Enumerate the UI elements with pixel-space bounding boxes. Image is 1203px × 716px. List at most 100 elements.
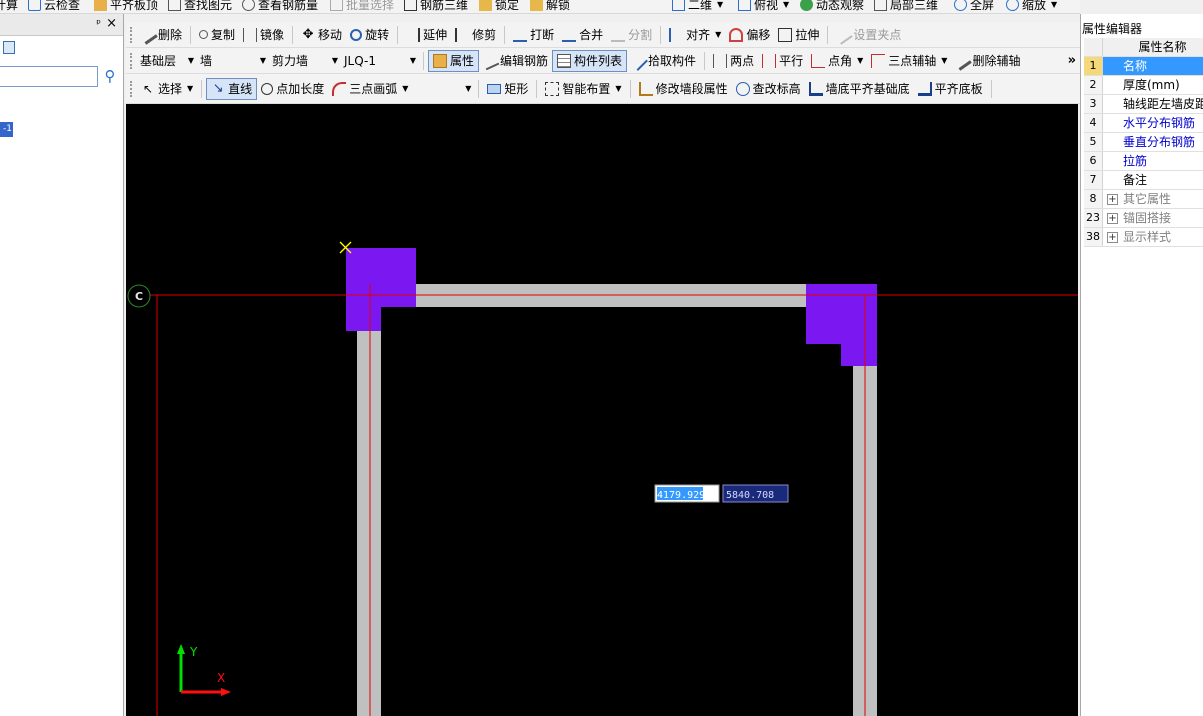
- three-point-axis-label: 三点辅轴: [888, 54, 937, 68]
- extend-button[interactable]: 延伸: [402, 24, 451, 46]
- top-view-button[interactable]: 俯视 ▼: [738, 0, 789, 12]
- toolbar-grip[interactable]: [130, 80, 134, 97]
- batch-select-button[interactable]: 批量选择: [330, 0, 394, 12]
- smart-layout-button[interactable]: 智能布置 ▼: [541, 78, 625, 100]
- orbit-label: 动态观察: [816, 0, 865, 12]
- search-input[interactable]: [0, 66, 98, 87]
- expand-icon[interactable]: +: [1107, 193, 1118, 205]
- search-icon[interactable]: ⚲: [100, 66, 120, 87]
- view-elevation-button[interactable]: 查改标高: [732, 78, 805, 100]
- property-row[interactable]: 3 轴线距左墙皮距: [1084, 95, 1203, 114]
- mirror-button[interactable]: 镜像: [239, 24, 288, 46]
- stretch-button[interactable]: 拉伸: [774, 24, 823, 46]
- parallel-axis-label: 平行: [779, 54, 804, 68]
- property-group-row[interactable]: 38 + 显示样式: [1084, 228, 1203, 247]
- calc-label: 计算: [0, 0, 19, 12]
- property-row[interactable]: 5 垂直分布钢筋: [1084, 133, 1203, 152]
- rect-button[interactable]: 矩形: [483, 78, 532, 100]
- floor-select[interactable]: 基础层 ▼: [137, 51, 197, 71]
- toolbar-grip[interactable]: [130, 52, 134, 69]
- close-icon[interactable]: ×: [106, 16, 117, 31]
- cloud-check-button[interactable]: 云检查: [28, 0, 80, 12]
- property-row[interactable]: 2 厚度(mm): [1084, 76, 1203, 95]
- move-button[interactable]: ✥ 移动: [297, 24, 346, 46]
- select-button[interactable]: ↖ 选择 ▼: [137, 78, 197, 100]
- partial-3d-button[interactable]: 局部三维: [874, 0, 938, 12]
- lock-button[interactable]: 锁定: [479, 0, 519, 12]
- arc-button[interactable]: 三点画弧 ▼: [328, 78, 412, 100]
- expand-icon[interactable]: +: [1107, 212, 1118, 224]
- wall-left[interactable]: [357, 331, 381, 716]
- set-grip-button[interactable]: 设置夹点: [832, 24, 905, 46]
- two-point-axis-button[interactable]: 两点: [709, 50, 758, 72]
- modify-wall-props-button[interactable]: 修改墙段属性: [635, 78, 732, 100]
- delete-button[interactable]: 删除: [137, 24, 186, 46]
- column-top-left[interactable]: [346, 248, 416, 331]
- properties-label: 属性: [450, 54, 475, 68]
- arc-option-select[interactable]: ▼: [412, 79, 474, 99]
- property-row[interactable]: 7 备注: [1084, 171, 1203, 190]
- tree-item-selected[interactable]: -1: [0, 122, 13, 137]
- copy-button[interactable]: 复制: [195, 24, 239, 46]
- property-row[interactable]: 1 名称: [1084, 57, 1203, 76]
- align-button[interactable]: 对齐 ▼: [665, 24, 725, 46]
- merge-button[interactable]: 合并: [558, 24, 607, 46]
- 2d-button[interactable]: 二维 ▼: [672, 0, 723, 12]
- member-list-label: 构件列表: [574, 54, 623, 68]
- expand-icon[interactable]: +: [1107, 231, 1118, 243]
- rebar-3d-button[interactable]: 钢筋三维: [404, 0, 468, 12]
- properties-button[interactable]: 属性: [428, 49, 480, 72]
- align-dropdown-icon: ▼: [715, 30, 722, 39]
- member-select[interactable]: JLQ-1 ▼: [341, 51, 419, 71]
- pick-member-button[interactable]: 拾取构件: [627, 50, 700, 72]
- split-button[interactable]: 分割: [607, 24, 656, 46]
- copy-icon[interactable]: [3, 41, 15, 54]
- flush-wall-base-button[interactable]: 墙底平齐基础底: [805, 78, 914, 100]
- member-list-button[interactable]: 构件列表: [552, 49, 628, 72]
- type-select[interactable]: 剪力墙 ▼: [269, 51, 341, 71]
- offset-button[interactable]: 偏移: [725, 24, 774, 46]
- lock-icon: [479, 0, 492, 11]
- parallel-axis-button[interactable]: 平行: [758, 50, 807, 72]
- flush-slab-icon: [94, 0, 107, 11]
- property-group-row[interactable]: 23 + 锚固搭接: [1084, 209, 1203, 228]
- floor-select-value: 基础层: [140, 54, 177, 68]
- drawing-canvas[interactable]: C Y X 4179.929 5840.708: [126, 104, 1078, 716]
- drawing-svg: C Y X 4179.929 5840.708: [127, 241, 1078, 716]
- delete-axis-button[interactable]: 删除辅轴: [951, 50, 1024, 72]
- 2d-icon: [672, 0, 685, 11]
- two-point-axis-label: 两点: [730, 54, 755, 68]
- property-row[interactable]: 4 水平分布钢筋: [1084, 114, 1203, 133]
- coord-y-input[interactable]: 5840.708: [726, 490, 774, 501]
- break-button[interactable]: 打断: [509, 24, 558, 46]
- property-row[interactable]: 6 拉筋: [1084, 152, 1203, 171]
- type-select-value: 剪力墙: [272, 54, 309, 68]
- column-top-right[interactable]: [806, 284, 877, 366]
- property-name: 水平分布钢筋: [1123, 116, 1196, 130]
- three-point-axis-button[interactable]: 三点辅轴 ▼: [867, 50, 951, 72]
- trim-button[interactable]: 修剪: [451, 24, 500, 46]
- toolbar-overflow-icon[interactable]: »: [1068, 53, 1076, 68]
- edit-rebar-button[interactable]: 编辑钢筋: [479, 50, 552, 72]
- fullscreen-button[interactable]: 全屏: [954, 0, 994, 12]
- point-angle-axis-button[interactable]: 点角 ▼: [807, 50, 867, 72]
- member-toolbar: 基础层 ▼ 墙 ▼ 剪力墙 ▼ JLQ-1 ▼ 属性 编辑钢筋 构件列表 拾取构件 两点…: [126, 48, 1080, 74]
- flush-slab-base-button[interactable]: 平齐底板: [914, 78, 987, 100]
- rebar-3d-label: 钢筋三维: [420, 0, 469, 12]
- category-select[interactable]: 墙 ▼: [197, 51, 269, 71]
- batch-select-icon: [330, 0, 343, 11]
- calc-button[interactable]: 计算: [0, 0, 18, 12]
- toolbar-grip[interactable]: [130, 26, 134, 43]
- unlock-button[interactable]: 解锁: [530, 0, 570, 12]
- zoom-button[interactable]: 缩放 ▼: [1006, 0, 1057, 12]
- point-length-button[interactable]: 点加长度: [257, 78, 328, 100]
- flush-slab-button[interactable]: 平齐板顶: [94, 0, 158, 12]
- rebar-qty-button[interactable]: 查看钢筋量: [242, 0, 318, 12]
- pin-icon[interactable]: ᵖ: [96, 17, 101, 30]
- coord-x-input[interactable]: 4179.929: [657, 490, 705, 501]
- find-element-button[interactable]: 查找图元: [168, 0, 232, 12]
- orbit-button[interactable]: 动态观察: [800, 0, 864, 12]
- property-group-row[interactable]: 8 + 其它属性: [1084, 190, 1203, 209]
- rotate-button[interactable]: 旋转: [346, 24, 393, 46]
- line-button[interactable]: ↘ 直线: [206, 77, 258, 100]
